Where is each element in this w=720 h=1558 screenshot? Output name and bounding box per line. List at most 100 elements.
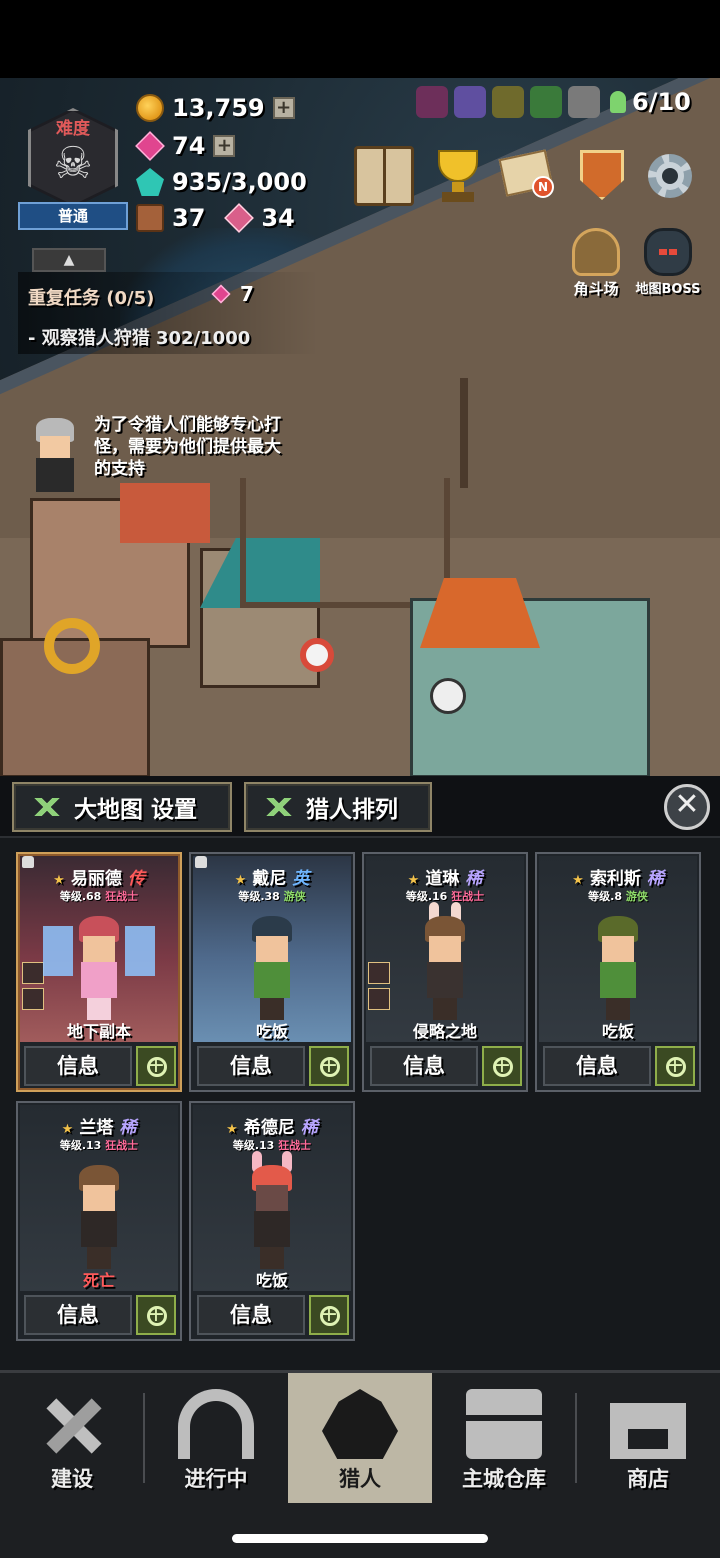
hunter-card[interactable]: ★ 希德尼稀 等级.13 狂战士 吃饭 信息 xyxy=(189,1101,355,1341)
ring-sign xyxy=(44,618,100,674)
hunter-name-row: ★ 戴尼英 xyxy=(191,864,353,889)
locate-hunter-button[interactable] xyxy=(655,1046,695,1086)
locate-hunter-button[interactable] xyxy=(136,1046,176,1086)
hunter-level-row: 等级.13 狂战士 xyxy=(18,1137,180,1153)
nav-shop[interactable]: 商店 xyxy=(576,1373,720,1503)
npc-advisor[interactable] xyxy=(30,418,80,500)
hunter-info-button[interactable]: 信息 xyxy=(24,1295,132,1335)
buff-monster-icon[interactable] xyxy=(530,86,562,118)
settings-button[interactable] xyxy=(640,146,700,206)
locate-hunter-button[interactable] xyxy=(309,1295,349,1335)
npc-face xyxy=(40,436,70,458)
sprite-torso xyxy=(81,962,117,998)
nav-hunters[interactable]: 猎人 xyxy=(288,1373,432,1503)
difficulty-badge[interactable]: 难度 ☠ 普通 xyxy=(18,108,128,234)
hunter-name: 索利斯 xyxy=(589,869,641,889)
hunter-sprite xyxy=(43,916,155,1024)
crossed-swords-icon xyxy=(266,798,292,816)
star-icon: ★ xyxy=(61,1122,74,1137)
collapse-quest-button[interactable]: ▲ xyxy=(32,248,106,272)
trophy-stem xyxy=(452,182,464,192)
hunter-info-button[interactable]: 信息 xyxy=(197,1295,305,1335)
essence-icon xyxy=(136,168,164,196)
hunter-order-tab[interactable]: 猎人排列 xyxy=(244,782,432,832)
arch-gate-icon xyxy=(178,1389,254,1459)
chest-amount: 37 xyxy=(172,204,206,232)
buff-gift-icon[interactable] xyxy=(492,86,524,118)
building-ruins[interactable] xyxy=(240,478,450,608)
hunter-rank: 传 xyxy=(127,869,145,889)
hunter-emblem-icon xyxy=(322,1389,398,1459)
map-boss-button[interactable]: 地图BOSS xyxy=(628,228,708,300)
bottom-navigation: 建设 进行中 猎人 主城仓库 商店 xyxy=(0,1370,720,1558)
archery-target[interactable] xyxy=(300,638,334,672)
map-settings-tab[interactable]: 大地图 设置 xyxy=(12,782,232,832)
hunter-name-row: ★ 道琳稀 xyxy=(364,864,526,889)
hunter-info-button[interactable]: 信息 xyxy=(197,1046,305,1086)
add-gem-button[interactable]: + xyxy=(213,135,236,157)
star-icon: ★ xyxy=(572,873,584,888)
hunter-info-button[interactable]: 信息 xyxy=(24,1046,132,1086)
skull-icon: ☠ xyxy=(53,138,93,189)
trophy-base xyxy=(442,192,474,202)
crossed-swords-icon xyxy=(34,798,60,816)
quest-objective: - 观察猎人狩猎 302/1000 xyxy=(28,328,251,349)
npc-body xyxy=(36,458,74,492)
arena-helmet-icon xyxy=(572,228,620,276)
hunter-sprite xyxy=(588,916,648,1024)
hunter-status: 死亡 xyxy=(82,1271,115,1290)
hunter-card[interactable]: ★ 兰塔稀 等级.13 狂战士 死亡 信息 xyxy=(16,1101,182,1341)
hunter-info-button[interactable]: 信息 xyxy=(370,1046,478,1086)
hunters-count-value: 6/10 xyxy=(632,88,691,116)
star-icon: ★ xyxy=(407,873,420,888)
hunter-status: 吃饭 xyxy=(255,1022,288,1041)
home-indicator[interactable] xyxy=(232,1534,488,1543)
nav-build-label: 建设 xyxy=(51,1467,93,1491)
nav-warehouse[interactable]: 主城仓库 xyxy=(432,1373,576,1503)
gold-coin-icon xyxy=(136,94,164,122)
buff-rune-icon[interactable] xyxy=(416,86,448,118)
book-button[interactable] xyxy=(354,146,414,206)
locate-hunter-button[interactable] xyxy=(136,1295,176,1335)
crystal-amount: 34 xyxy=(261,204,295,232)
skill-icon xyxy=(22,988,44,1010)
sprite-legs xyxy=(260,1247,284,1269)
difficulty-level: 普通 xyxy=(18,202,128,230)
nav-build[interactable]: 建设 xyxy=(0,1373,144,1503)
buff-scroll-icon[interactable] xyxy=(454,86,486,118)
sprite-torso xyxy=(81,1211,117,1247)
hunter-level-row: 等级.38 游侠 xyxy=(191,888,353,904)
status-bar xyxy=(0,0,720,78)
wing-right xyxy=(125,926,155,976)
mail-button[interactable]: N xyxy=(498,146,560,206)
hunter-card[interactable]: ★ 道琳稀 等级.16 狂战士 侵略之地 信息 xyxy=(362,852,528,1092)
hunter-rank: 英 xyxy=(292,869,310,889)
warehouse-chest-icon xyxy=(466,1389,542,1459)
hunter-name: 易丽德 xyxy=(70,869,122,889)
nav-hunters-label: 猎人 xyxy=(339,1467,381,1491)
hunter-level-row: 等级.8 游侠 xyxy=(537,888,699,904)
hunter-rank: 稀 xyxy=(646,869,664,889)
hunter-rank: 稀 xyxy=(465,869,483,889)
nav-in-progress[interactable]: 进行中 xyxy=(144,1373,288,1503)
hunter-status: 地下副本 xyxy=(66,1022,131,1041)
add-gold-button[interactable]: + xyxy=(272,97,295,119)
buff-skull-icon[interactable] xyxy=(568,86,600,118)
hunter-class: 狂战士 xyxy=(105,1139,139,1152)
arena-button[interactable]: 角斗场 xyxy=(556,228,636,300)
hunter-info-button[interactable]: 信息 xyxy=(543,1046,651,1086)
star-icon: ★ xyxy=(53,873,65,888)
close-panel-button[interactable]: ✕ xyxy=(664,784,710,830)
guild-button[interactable] xyxy=(572,146,632,206)
trophy-button[interactable] xyxy=(428,146,488,206)
quest-reward-amount: 7 xyxy=(240,282,254,306)
locate-hunter-button[interactable] xyxy=(482,1046,522,1086)
hunter-sprite xyxy=(69,1165,129,1273)
hunter-card[interactable]: ★ 戴尼英 等级.38 游侠 吃饭 信息 xyxy=(189,852,355,1092)
hunter-name-row: ★ 兰塔稀 xyxy=(18,1113,180,1138)
map-boss-label: 地图BOSS xyxy=(635,282,701,297)
person-icon xyxy=(610,91,626,113)
hunter-card[interactable]: ★ 索利斯稀 等级.8 游侠 吃饭 信息 xyxy=(535,852,701,1092)
locate-hunter-button[interactable] xyxy=(309,1046,349,1086)
hunter-card[interactable]: ★ 易丽德传 等级.68 狂战士 地下副本 信息 xyxy=(16,852,182,1092)
